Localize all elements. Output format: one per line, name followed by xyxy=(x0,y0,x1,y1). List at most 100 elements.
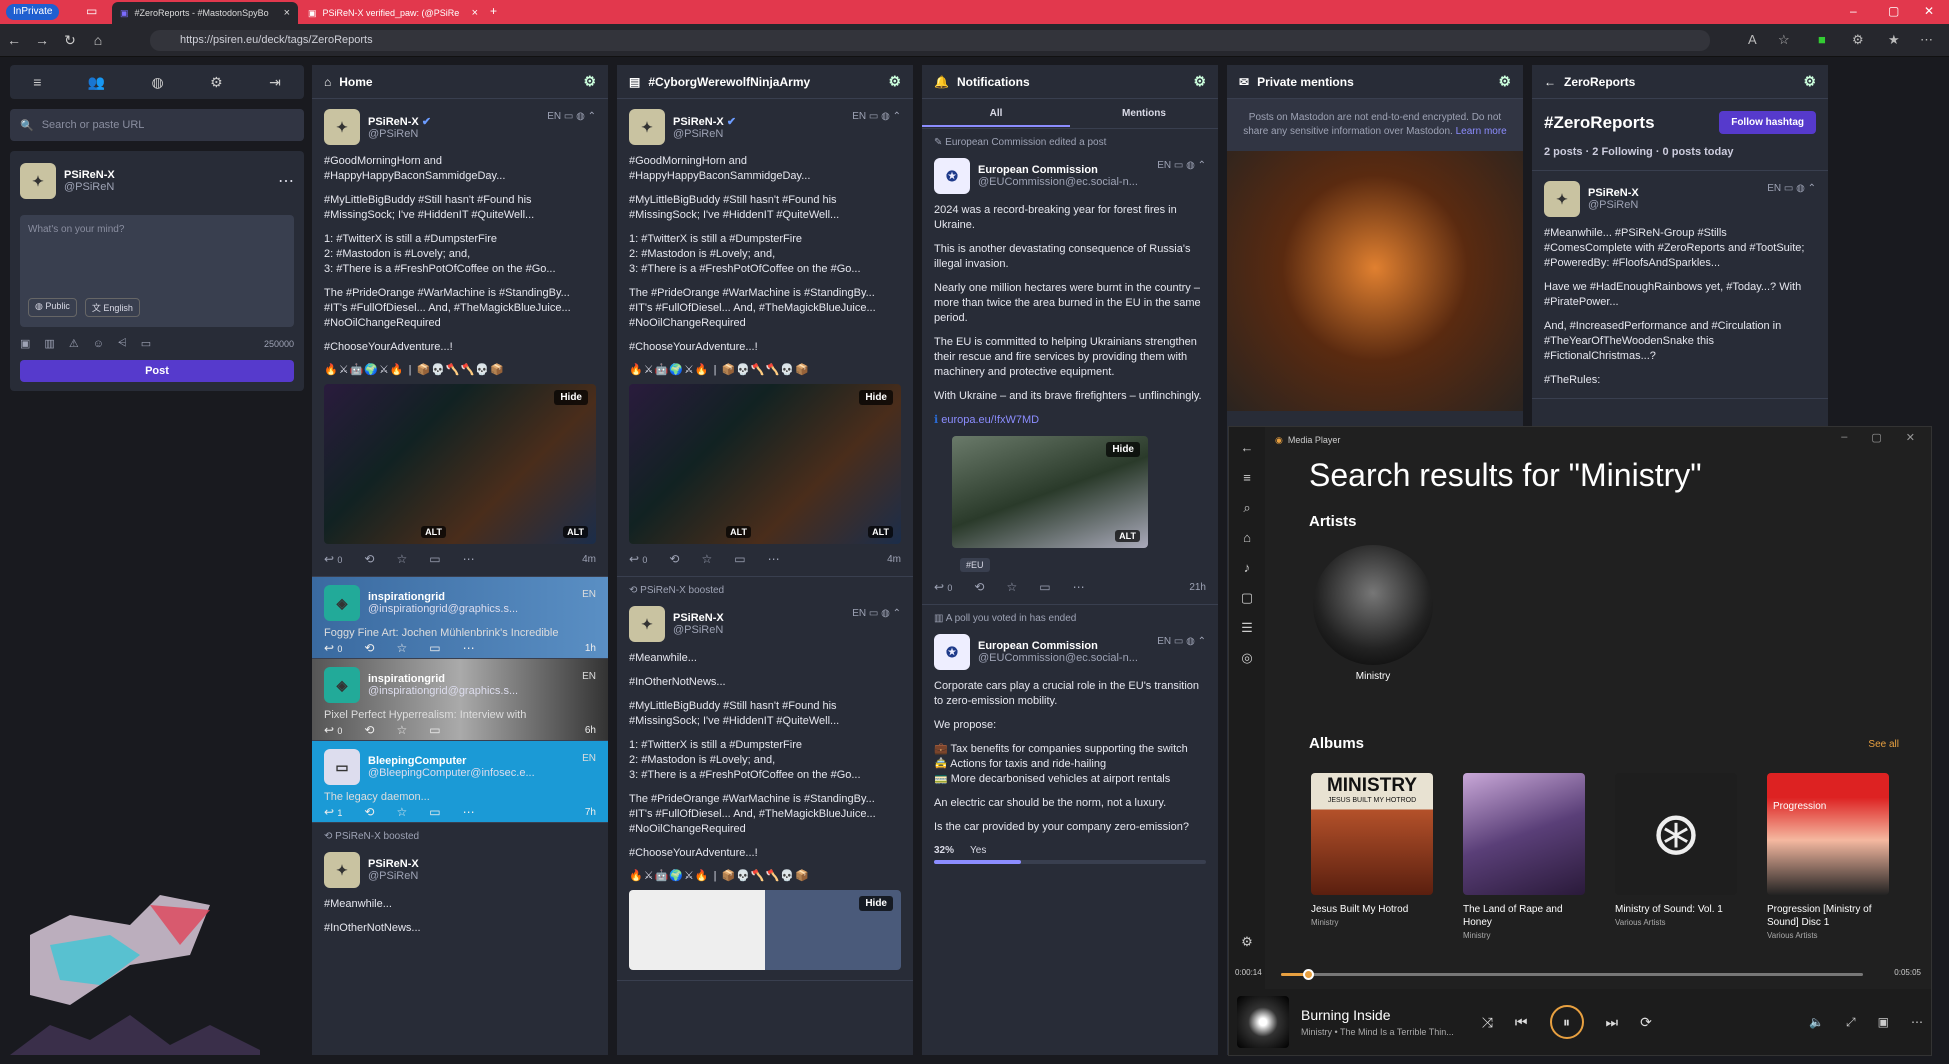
avatar[interactable]: ✦ xyxy=(629,606,665,642)
home-icon[interactable]: ⌂ xyxy=(1229,523,1265,553)
poll-icon[interactable]: ▥ xyxy=(44,337,54,350)
next-icon[interactable]: ⏭ xyxy=(1606,1014,1619,1031)
repeat-icon[interactable]: ⟳ xyxy=(1640,1014,1652,1031)
boost-button[interactable]: ⟲ xyxy=(364,552,374,566)
bookmark-button[interactable]: ▭ xyxy=(1039,580,1050,594)
hide-media-button[interactable]: Hide xyxy=(859,390,893,405)
back-arrow-icon[interactable]: ← xyxy=(1544,75,1556,89)
minimize-icon[interactable]: – xyxy=(1841,431,1847,444)
reply-button[interactable]: ↩ 0 xyxy=(324,723,342,737)
warning-icon[interactable]: ⚠ xyxy=(69,337,79,350)
album-card[interactable]: The Land of Rape and Honey Ministry xyxy=(1463,773,1585,940)
image-icon[interactable]: ▣ xyxy=(20,337,30,350)
status-link[interactable]: europa.eu/!fxW7MD xyxy=(941,414,1039,426)
new-tab-icon[interactable]: + xyxy=(490,4,497,18)
favourite-button[interactable]: ☆ xyxy=(396,552,407,566)
back-icon[interactable]: ← xyxy=(1229,433,1265,463)
avatar[interactable]: ✦ xyxy=(629,109,665,145)
read-aloud-icon[interactable]: A xyxy=(1748,32,1757,47)
settings-icon[interactable]: ⚙ xyxy=(210,74,223,91)
people-icon[interactable]: 👥 xyxy=(88,74,105,91)
hide-media-button[interactable]: Hide xyxy=(554,390,588,405)
more-button[interactable]: ⋯ xyxy=(1073,580,1085,594)
media-attachment[interactable]: Hide ALT ALT xyxy=(324,384,596,544)
gear-icon[interactable]: ⚙ xyxy=(1498,73,1511,90)
seek-handle[interactable] xyxy=(1302,969,1314,980)
search-icon[interactable]: ⌕ xyxy=(1229,493,1265,523)
more-icon[interactable]: ⋯ xyxy=(1911,1015,1923,1030)
tab-mentions[interactable]: Mentions xyxy=(1070,108,1218,119)
more-button[interactable]: ⋯ xyxy=(463,552,475,566)
previous-icon[interactable]: ⏮ xyxy=(1515,1014,1528,1031)
fullscreen-icon[interactable]: ⤢ xyxy=(1846,1015,1856,1030)
gear-icon[interactable]: ⚙ xyxy=(583,73,596,90)
reply-button[interactable]: ↩ 1 xyxy=(324,805,342,819)
tab-all[interactable]: All xyxy=(922,108,1070,127)
close-tab-icon[interactable]: × xyxy=(472,7,478,19)
close-tab-icon[interactable]: × xyxy=(284,7,290,19)
bookmark-button[interactable]: ▭ xyxy=(429,552,440,566)
boost-button[interactable]: ⟲ xyxy=(974,580,984,594)
back-icon[interactable]: ← xyxy=(0,32,28,48)
language-button[interactable]: 文 English xyxy=(84,298,140,317)
reply-button[interactable]: ↩ 0 xyxy=(934,580,952,594)
gear-icon[interactable]: ⚙ xyxy=(1193,73,1206,90)
album-card[interactable]: ⊛ Ministry of Sound: Vol. 1 Various Arti… xyxy=(1615,773,1737,927)
emoji-icon[interactable]: ☺ xyxy=(93,338,104,350)
globe-icon[interactable]: ◍ xyxy=(152,74,164,91)
home-icon[interactable]: ⌂ xyxy=(84,32,112,48)
favourite-button[interactable]: ☆ xyxy=(396,805,407,819)
minimize-icon[interactable]: – xyxy=(1850,4,1857,18)
forward-icon[interactable]: → xyxy=(28,32,56,48)
avatar[interactable]: ◈ xyxy=(324,585,360,621)
media-attachment[interactable] xyxy=(1227,151,1523,411)
bookmark-button[interactable]: ▭ xyxy=(734,552,745,566)
maximize-icon[interactable]: ▢ xyxy=(1888,4,1899,18)
pause-button[interactable]: ⏸ xyxy=(1549,1005,1584,1039)
window-close-icon[interactable]: ✕ xyxy=(1924,4,1934,18)
bookmark-button[interactable]: ▭ xyxy=(429,641,440,655)
refresh-icon[interactable]: ↻ xyxy=(56,32,84,49)
miniplayer-icon[interactable]: ▣ xyxy=(1878,1015,1889,1030)
window-close-icon[interactable]: ✕ xyxy=(1906,431,1915,444)
share-icon[interactable]: ⩤ xyxy=(118,337,127,350)
boost-button[interactable]: ⟲ xyxy=(364,641,374,655)
volume-icon[interactable]: 🔈 xyxy=(1809,1015,1824,1030)
post-button[interactable]: Post xyxy=(20,360,294,382)
favourite-button[interactable]: ☆ xyxy=(1006,580,1017,594)
favourite-button[interactable]: ☆ xyxy=(701,552,712,566)
reply-button[interactable]: ↩ 0 xyxy=(324,552,342,566)
more-button[interactable]: ⋯ xyxy=(768,552,780,566)
favourite-button[interactable]: ☆ xyxy=(396,641,407,655)
url-field[interactable]: https://psiren.eu/deck/tags/ZeroReports xyxy=(150,30,1710,51)
alt-badge[interactable]: ALT xyxy=(421,526,446,538)
media-attachment[interactable]: Hide ALT ALT xyxy=(629,384,901,544)
hide-media-button[interactable]: Hide xyxy=(1106,442,1140,457)
learn-more-link[interactable]: Learn more xyxy=(1456,126,1507,137)
extension-icon[interactable]: ■ xyxy=(1818,32,1826,47)
alt-badge[interactable]: ALT xyxy=(726,526,751,538)
follow-hashtag-button[interactable]: Follow hashtag xyxy=(1719,111,1816,134)
favorite-icon[interactable]: ☆ xyxy=(1778,32,1790,48)
media-attachment[interactable]: Hide xyxy=(629,890,901,970)
hashtag-chip[interactable]: #EU xyxy=(960,558,990,572)
bookmark-button[interactable]: ▭ xyxy=(429,723,440,737)
reply-button[interactable]: ↩ 0 xyxy=(324,641,342,655)
avatar[interactable]: ▭ xyxy=(324,749,360,785)
album-card[interactable]: MINISTRY JESUS BUILT MY HOTROD Jesus Bui… xyxy=(1311,773,1433,927)
shuffle-icon[interactable]: ⤨ xyxy=(1482,1014,1493,1031)
favourite-button[interactable]: ☆ xyxy=(396,723,407,737)
now-playing-cover[interactable] xyxy=(1237,996,1289,1048)
video-icon[interactable]: ▢ xyxy=(1229,583,1265,613)
avatar[interactable]: ✦ xyxy=(324,109,360,145)
album-card[interactable]: Progression Progression [Ministry of Sou… xyxy=(1767,773,1889,940)
tab-zeroreports[interactable]: ▣ #ZeroReports - #MastodonSpyBo × xyxy=(112,2,298,24)
maximize-icon[interactable]: ▢ xyxy=(1871,431,1881,444)
bookmark-icon[interactable]: ▭ xyxy=(141,337,151,350)
avatar[interactable]: ✦ xyxy=(20,163,56,199)
avatar[interactable]: ✦ xyxy=(1544,181,1580,217)
tab-psiren[interactable]: ▣ PSiReN-X verified_paw: (@PSiRe × xyxy=(300,2,486,24)
reply-button[interactable]: ↩ 0 xyxy=(629,552,647,566)
tab-actions-icon[interactable]: ▭ xyxy=(86,4,97,18)
logout-icon[interactable]: ⇥ xyxy=(269,74,281,91)
